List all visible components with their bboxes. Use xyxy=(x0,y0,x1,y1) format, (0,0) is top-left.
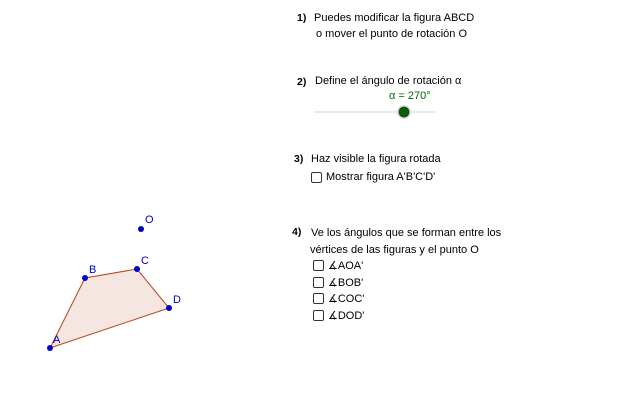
step-4-number: 4) xyxy=(292,226,302,238)
angle-aoa-checkbox[interactable] xyxy=(313,260,324,271)
angle-checkbox-row-coc[interactable]: ∡COC' xyxy=(313,292,364,305)
point-d[interactable] xyxy=(166,305,172,311)
point-c[interactable] xyxy=(134,266,140,272)
show-figure-checkbox-row[interactable]: Mostrar figura A'B'C'D' xyxy=(311,171,435,183)
label-b: B xyxy=(89,264,96,276)
label-o: O xyxy=(145,214,154,226)
step-2-line1: Define el ángulo de rotación α xyxy=(315,75,462,87)
angle-checkbox-row-aoa[interactable]: ∡AOA' xyxy=(313,259,363,272)
angle-dod-checkbox[interactable] xyxy=(313,310,324,321)
geometry-canvas[interactable]: A B C D O xyxy=(0,0,633,411)
angle-aoa-label: ∡AOA' xyxy=(328,260,364,272)
step-3-number: 3) xyxy=(294,153,304,165)
angle-dod-label: ∡DOD' xyxy=(328,310,365,322)
slider-knob[interactable] xyxy=(398,106,410,118)
step-4-line1: Ve los ángulos que se forman entre los xyxy=(311,227,502,239)
polygon-abcd[interactable] xyxy=(49,268,170,349)
step-4-line2: vértices de las figuras y el punto O xyxy=(310,244,479,256)
step-2-number: 2) xyxy=(297,76,307,88)
step-1-line1: Puedes modificar la figura ABCD xyxy=(314,12,475,24)
label-d: D xyxy=(173,294,181,306)
angle-checkbox-row-bob[interactable]: ∡BOB' xyxy=(313,276,363,289)
angle-bob-checkbox[interactable] xyxy=(313,277,324,288)
show-figure-checkbox[interactable] xyxy=(311,171,322,183)
step-1-line2: o mover el punto de rotación O xyxy=(316,28,468,40)
step-1-number: 1) xyxy=(297,12,307,24)
angle-bob-label: ∡BOB' xyxy=(328,277,364,289)
point-o[interactable] xyxy=(138,226,144,232)
step-3-line1: Haz visible la figura rotada xyxy=(311,153,441,165)
slider-value-label: α = 270° xyxy=(389,90,431,102)
point-b[interactable] xyxy=(82,275,88,281)
label-a: A xyxy=(53,334,61,346)
angle-coc-label: ∡COC' xyxy=(328,293,365,305)
angle-checkbox-row-dod[interactable]: ∡DOD' xyxy=(313,309,364,322)
show-figure-checkbox-label: Mostrar figura A'B'C'D' xyxy=(326,171,436,183)
label-c: C xyxy=(141,255,149,267)
angle-coc-checkbox[interactable] xyxy=(313,293,324,304)
